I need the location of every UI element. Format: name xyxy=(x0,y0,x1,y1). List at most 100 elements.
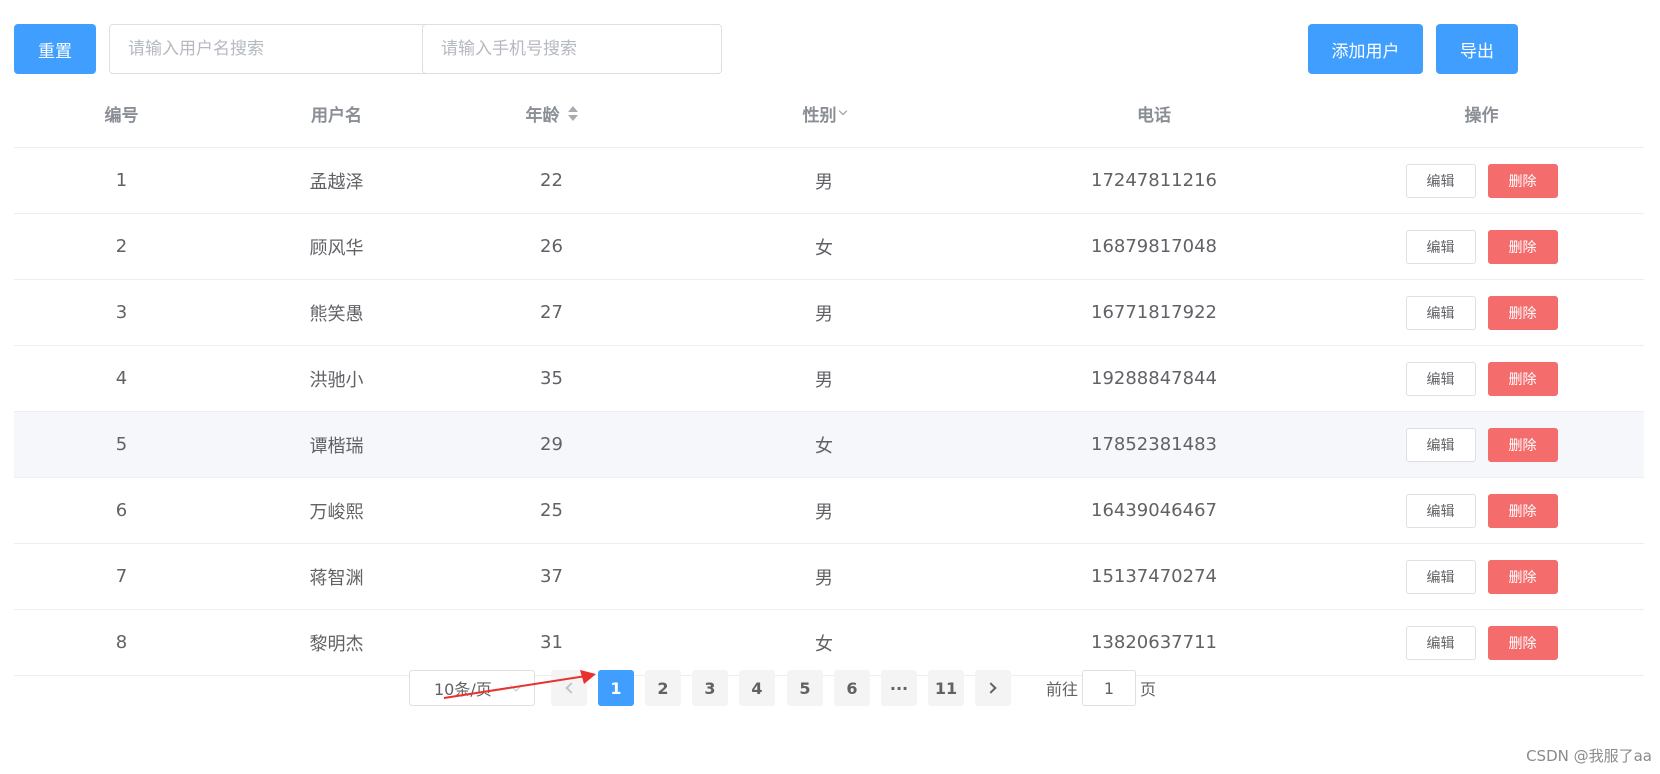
header-id-label: 编号 xyxy=(104,105,139,126)
cell-operations: 编辑 删除 xyxy=(1319,412,1644,477)
delete-button[interactable]: 删除 xyxy=(1487,295,1558,330)
cell-id: 2 xyxy=(115,236,128,257)
table-row: 5 谭楷瑞 29 女 17852381483 编辑 删除 xyxy=(14,412,1644,478)
cell-gender: 女 xyxy=(815,237,833,259)
cell-phone: 16439046467 xyxy=(1091,500,1217,521)
watermark: CSDN @我服了aa xyxy=(1526,747,1652,765)
cell-phone: 16879817048 xyxy=(1091,236,1217,257)
user-table: 编号 用户名 年龄 性别 电话 操作 1 孟越泽 22 男 1724781121… xyxy=(14,78,1644,676)
cell-id: 1 xyxy=(115,170,128,191)
cell-age: 25 xyxy=(540,500,563,521)
cell-operations: 编辑 删除 xyxy=(1319,148,1644,213)
edit-button[interactable]: 编辑 xyxy=(1405,625,1476,660)
cell-id: 5 xyxy=(115,434,128,455)
header-username-label: 用户名 xyxy=(311,105,362,126)
cell-username: 顾风华 xyxy=(309,237,364,259)
page-button-1[interactable]: 1 xyxy=(598,670,634,706)
header-operations-label: 操作 xyxy=(1464,105,1499,126)
cell-operations: 编辑 删除 xyxy=(1319,346,1644,411)
goto-label: 前往 xyxy=(1046,680,1079,699)
filter-chevron-down-icon[interactable] xyxy=(838,106,847,116)
cell-phone: 17852381483 xyxy=(1091,434,1217,455)
cell-age: 27 xyxy=(540,302,563,323)
page-button-2[interactable]: 2 xyxy=(645,670,681,706)
cell-id: 6 xyxy=(115,500,128,521)
table-row: 8 黎明杰 31 女 13820637711 编辑 删除 xyxy=(14,610,1644,676)
delete-button[interactable]: 删除 xyxy=(1487,493,1558,528)
cell-username: 孟越泽 xyxy=(309,171,364,193)
cell-username: 蒋智渊 xyxy=(309,567,364,589)
cell-operations: 编辑 删除 xyxy=(1319,280,1644,345)
delete-button[interactable]: 删除 xyxy=(1487,559,1558,594)
page-button-6[interactable]: 6 xyxy=(834,670,870,706)
table-row: 7 蒋智渊 37 男 15137470274 编辑 删除 xyxy=(14,544,1644,610)
chevron-right-icon xyxy=(985,682,997,694)
cell-age: 29 xyxy=(540,434,563,455)
table-row: 1 孟越泽 22 男 17247811216 编辑 删除 xyxy=(14,148,1644,214)
table-row: 3 熊笑愚 27 男 16771817922 编辑 删除 xyxy=(14,280,1644,346)
add-user-button[interactable]: 添加用户 xyxy=(1308,24,1423,74)
header-phone: 电话 xyxy=(989,78,1319,148)
edit-button[interactable]: 编辑 xyxy=(1405,229,1476,264)
edit-button[interactable]: 编辑 xyxy=(1405,427,1476,462)
cell-gender: 男 xyxy=(815,369,833,391)
delete-button[interactable]: 删除 xyxy=(1487,361,1558,396)
cell-operations: 编辑 删除 xyxy=(1319,214,1644,279)
delete-button[interactable]: 删除 xyxy=(1487,625,1558,660)
edit-button[interactable]: 编辑 xyxy=(1405,361,1476,396)
cell-age: 22 xyxy=(540,170,563,191)
sort-ascending-icon[interactable] xyxy=(567,105,578,112)
sort-caret-icon[interactable] xyxy=(567,105,578,121)
page-button-11[interactable]: 11 xyxy=(928,670,964,706)
cell-phone: 19288847844 xyxy=(1091,368,1217,389)
cell-username: 熊笑愚 xyxy=(309,303,364,325)
goto-page-input[interactable] xyxy=(1082,670,1136,706)
cell-username: 万峻熙 xyxy=(309,501,364,523)
cell-id: 8 xyxy=(115,632,128,653)
username-search-input[interactable] xyxy=(109,24,429,74)
cell-username: 谭楷瑞 xyxy=(309,435,364,457)
delete-button[interactable]: 删除 xyxy=(1487,427,1558,462)
phone-search-input[interactable] xyxy=(422,24,722,74)
cell-phone: 16771817922 xyxy=(1091,302,1217,323)
header-gender-label: 性别 xyxy=(802,105,837,126)
page-button-5[interactable]: 5 xyxy=(787,670,823,706)
table-row: 2 顾风华 26 女 16879817048 编辑 删除 xyxy=(14,214,1644,280)
header-operations: 操作 xyxy=(1319,78,1644,148)
cell-phone: 15137470274 xyxy=(1091,566,1217,587)
header-age[interactable]: 年龄 xyxy=(444,78,659,148)
edit-button[interactable]: 编辑 xyxy=(1405,295,1476,330)
cell-id: 7 xyxy=(115,566,128,587)
cell-gender: 男 xyxy=(815,303,833,325)
cell-operations: 编辑 删除 xyxy=(1319,544,1644,609)
edit-button[interactable]: 编辑 xyxy=(1405,493,1476,528)
cell-username: 黎明杰 xyxy=(309,633,364,655)
delete-button[interactable]: 删除 xyxy=(1487,163,1558,198)
table-row: 6 万峻熙 25 男 16439046467 编辑 删除 xyxy=(14,478,1644,544)
cell-gender: 男 xyxy=(815,501,833,523)
cell-phone: 13820637711 xyxy=(1091,632,1217,653)
cell-operations: 编辑 删除 xyxy=(1319,610,1644,675)
page-unit-label: 页 xyxy=(1140,680,1157,699)
next-page-button[interactable] xyxy=(975,670,1011,706)
edit-button[interactable]: 编辑 xyxy=(1405,163,1476,198)
cell-username: 洪驰小 xyxy=(309,369,364,391)
sort-descending-icon[interactable] xyxy=(567,114,578,121)
page-button-4[interactable]: 4 xyxy=(739,670,775,706)
reset-button[interactable]: 重置 xyxy=(14,24,96,74)
cell-gender: 男 xyxy=(815,171,833,193)
cell-gender: 女 xyxy=(815,435,833,457)
delete-button[interactable]: 删除 xyxy=(1487,229,1558,264)
table-row: 4 洪驰小 35 男 19288847844 编辑 删除 xyxy=(14,346,1644,412)
more-pages-button[interactable]: ··· xyxy=(881,670,917,706)
cell-age: 26 xyxy=(540,236,563,257)
cell-id: 4 xyxy=(115,368,128,389)
edit-button[interactable]: 编辑 xyxy=(1405,559,1476,594)
cell-age: 35 xyxy=(540,368,563,389)
pagination: 10条/页 1 2 3 4 5 6 ··· 11 前往 页 xyxy=(0,670,1660,706)
annotation-arrow-icon xyxy=(443,670,596,699)
export-button[interactable]: 导出 xyxy=(1436,24,1518,74)
header-gender[interactable]: 性别 xyxy=(659,78,989,148)
header-phone-label: 电话 xyxy=(1137,105,1171,126)
page-button-3[interactable]: 3 xyxy=(692,670,728,706)
